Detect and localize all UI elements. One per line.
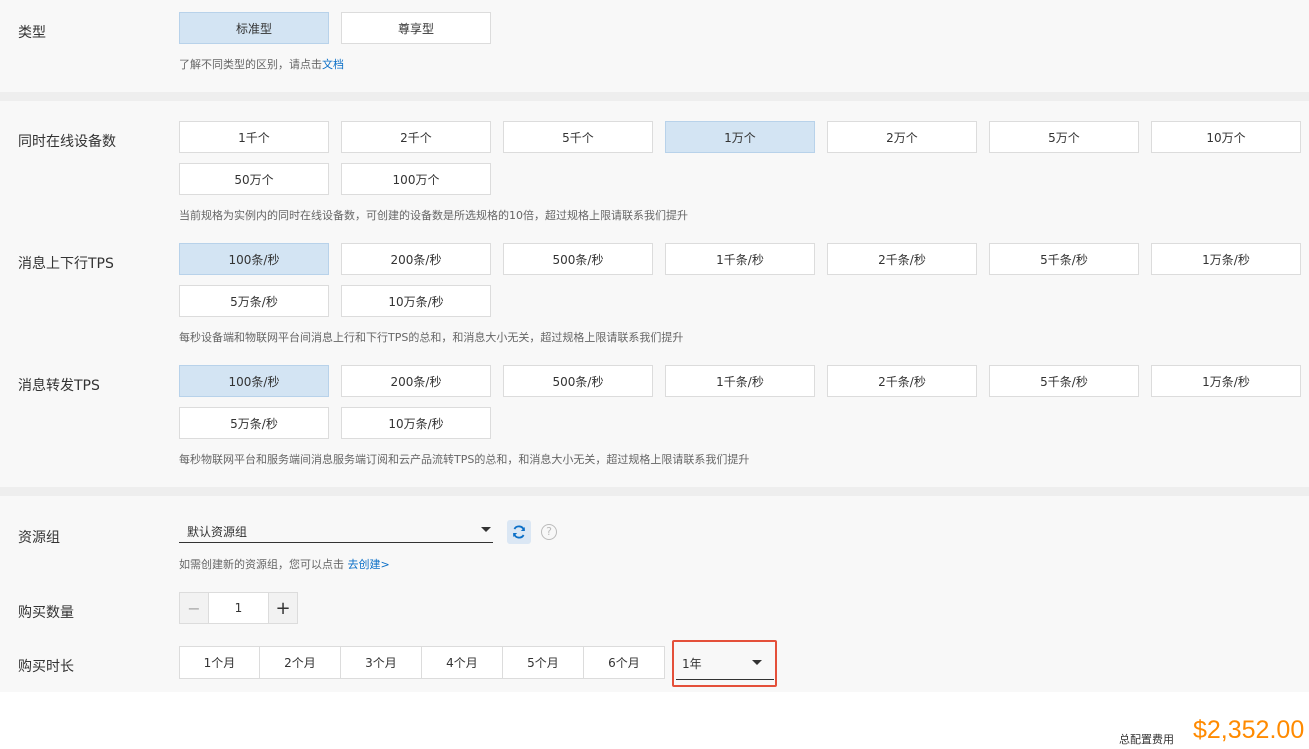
resource-group-label: 资源组 bbox=[18, 530, 60, 546]
resource-group-hint: 如需创建新的资源组，您可以点击 去创建> bbox=[179, 556, 390, 572]
devices-option[interactable]: 10万个 bbox=[1151, 121, 1301, 153]
duration-select[interactable]: 1年 bbox=[676, 648, 774, 680]
tps-updown-label: 消息上下行TPS bbox=[18, 256, 114, 272]
tps-forward-option[interactable]: 200条/秒 bbox=[341, 365, 491, 397]
tps-updown-option[interactable]: 1万条/秒 bbox=[1151, 243, 1301, 275]
divider bbox=[0, 92, 1309, 101]
type-option-standard[interactable]: 标准型 bbox=[179, 12, 329, 44]
tps-forward-option[interactable]: 5千条/秒 bbox=[989, 365, 1139, 397]
total-label: 总配置费用 bbox=[1119, 733, 1174, 746]
tps-forward-option[interactable]: 2千条/秒 bbox=[827, 365, 977, 397]
refresh-button[interactable] bbox=[507, 520, 531, 544]
devices-option[interactable]: 5千个 bbox=[503, 121, 653, 153]
type-label: 类型 bbox=[18, 25, 46, 41]
duration-label: 购买时长 bbox=[18, 659, 74, 675]
tps-forward-option[interactable]: 5万条/秒 bbox=[179, 407, 329, 439]
tps-forward-option[interactable]: 500条/秒 bbox=[503, 365, 653, 397]
tps-updown-option[interactable]: 1千条/秒 bbox=[665, 243, 815, 275]
decrement-button[interactable]: − bbox=[180, 593, 209, 623]
resource-group-value: 默认资源组 bbox=[187, 525, 248, 539]
quantity-input[interactable]: 1 bbox=[209, 593, 268, 623]
tps-updown-option[interactable]: 2千条/秒 bbox=[827, 243, 977, 275]
duration-option[interactable]: 2个月 bbox=[260, 646, 341, 679]
tps-updown-option[interactable]: 10万条/秒 bbox=[341, 285, 491, 317]
devices-option[interactable]: 5万个 bbox=[989, 121, 1139, 153]
type-hint-text: 了解不同类型的区别，请点击 bbox=[179, 58, 322, 71]
quantity-label: 购买数量 bbox=[18, 605, 74, 621]
tps-forward-option[interactable]: 10万条/秒 bbox=[341, 407, 491, 439]
type-hint: 了解不同类型的区别，请点击文档 bbox=[179, 56, 344, 72]
tps-updown-option[interactable]: 5千条/秒 bbox=[989, 243, 1139, 275]
duration-option[interactable]: 3个月 bbox=[341, 646, 422, 679]
resource-group-hint-text: 如需创建新的资源组，您可以点击 bbox=[179, 558, 344, 571]
tps-updown-option[interactable]: 500条/秒 bbox=[503, 243, 653, 275]
divider bbox=[0, 487, 1309, 496]
doc-link[interactable]: 文档 bbox=[322, 58, 344, 71]
tps-forward-option[interactable]: 1万条/秒 bbox=[1151, 365, 1301, 397]
total-price: $2,352.00 bbox=[1193, 716, 1305, 744]
devices-option[interactable]: 2万个 bbox=[827, 121, 977, 153]
duration-option[interactable]: 6个月 bbox=[584, 646, 665, 679]
quantity-stepper: − 1 + bbox=[179, 592, 298, 624]
duration-option[interactable]: 1个月 bbox=[179, 646, 260, 679]
devices-option[interactable]: 50万个 bbox=[179, 163, 329, 195]
chevron-down-icon bbox=[752, 660, 762, 665]
devices-option[interactable]: 2千个 bbox=[341, 121, 491, 153]
type-option-premium[interactable]: 尊享型 bbox=[341, 12, 491, 44]
increment-button[interactable]: + bbox=[268, 593, 297, 623]
resource-group-select[interactable]: 默认资源组 bbox=[179, 515, 493, 543]
duration-option[interactable]: 4个月 bbox=[422, 646, 503, 679]
tps-updown-option[interactable]: 200条/秒 bbox=[341, 243, 491, 275]
tps-forward-hint: 每秒物联网平台和服务端间消息服务端订阅和云产品流转TPS的总和，和消息大小无关，… bbox=[179, 453, 750, 466]
devices-hint: 当前规格为实例内的同时在线设备数，可创建的设备数是所选规格的10倍，超过规格上限… bbox=[179, 209, 688, 222]
duration-option[interactable]: 5个月 bbox=[503, 646, 584, 679]
tps-updown-hint: 每秒设备端和物联网平台间消息上行和下行TPS的总和，和消息大小无关，超过规格上限… bbox=[179, 331, 684, 344]
help-icon[interactable]: ? bbox=[541, 524, 557, 540]
chevron-down-icon bbox=[481, 527, 491, 532]
duration-select-value: 1年 bbox=[682, 657, 702, 671]
tps-updown-option[interactable]: 100条/秒 bbox=[179, 243, 329, 275]
devices-label: 同时在线设备数 bbox=[18, 134, 116, 150]
refresh-icon bbox=[513, 525, 525, 539]
tps-forward-label: 消息转发TPS bbox=[18, 378, 100, 394]
devices-option[interactable]: 1千个 bbox=[179, 121, 329, 153]
devices-option[interactable]: 100万个 bbox=[341, 163, 491, 195]
tps-forward-option[interactable]: 100条/秒 bbox=[179, 365, 329, 397]
tps-forward-option[interactable]: 1千条/秒 bbox=[665, 365, 815, 397]
tps-updown-option[interactable]: 5万条/秒 bbox=[179, 285, 329, 317]
devices-option[interactable]: 1万个 bbox=[665, 121, 815, 153]
create-resource-group-link[interactable]: 去创建> bbox=[348, 558, 390, 571]
